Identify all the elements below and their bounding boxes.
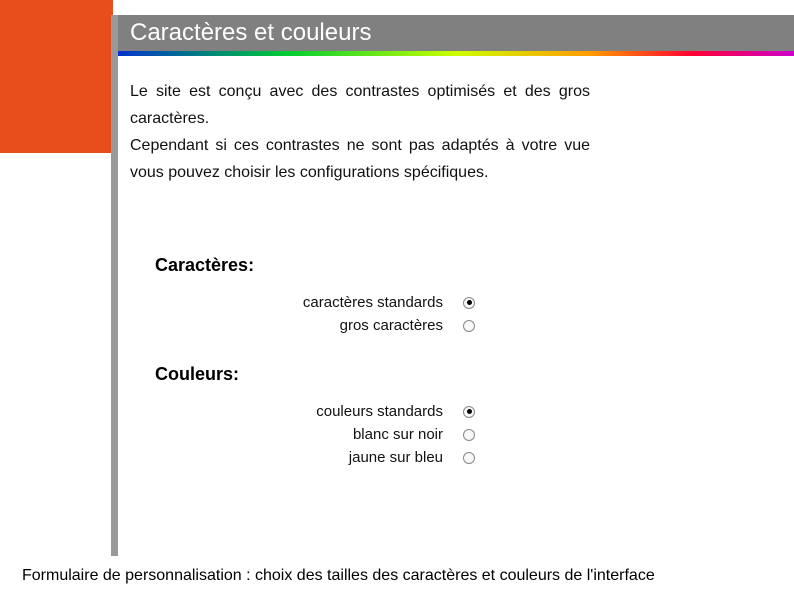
description-para1: Le site est conçu avec des contrastes op… (130, 83, 590, 127)
option-label: blanc sur noir (353, 426, 443, 443)
radio-colors-standard[interactable] (463, 406, 475, 418)
radio-colors-yellow-on-blue[interactable] (463, 452, 475, 464)
radio-characters-large[interactable] (463, 320, 475, 332)
page-title: Caractères et couleurs (118, 15, 794, 51)
figure-caption: Formulaire de personnalisation : choix d… (22, 567, 655, 585)
option-characters-large: gros caractères (155, 317, 475, 334)
option-label: caractères standards (303, 294, 443, 311)
characters-heading: Caractères: (155, 255, 485, 276)
rainbow-divider (118, 51, 794, 56)
orange-accent-block (0, 0, 113, 153)
option-label: gros caractères (340, 317, 443, 334)
description-text: Le site est conçu avec des contrastes op… (130, 78, 590, 186)
option-colors-yellow-on-blue: jaune sur bleu (155, 449, 475, 466)
option-label: jaune sur bleu (349, 449, 443, 466)
option-colors-white-on-black: blanc sur noir (155, 426, 475, 443)
radio-colors-white-on-black[interactable] (463, 429, 475, 441)
option-characters-standard: caractères standards (155, 294, 475, 311)
colors-heading: Couleurs: (155, 364, 485, 385)
customization-form: Caractères: caractères standards gros ca… (155, 255, 485, 472)
option-colors-standard: couleurs standards (155, 403, 475, 420)
radio-characters-standard[interactable] (463, 297, 475, 309)
vertical-divider (111, 15, 118, 556)
option-label: couleurs standards (316, 403, 443, 420)
description-para2: Cependant si ces contrastes ne sont pas … (130, 137, 590, 181)
